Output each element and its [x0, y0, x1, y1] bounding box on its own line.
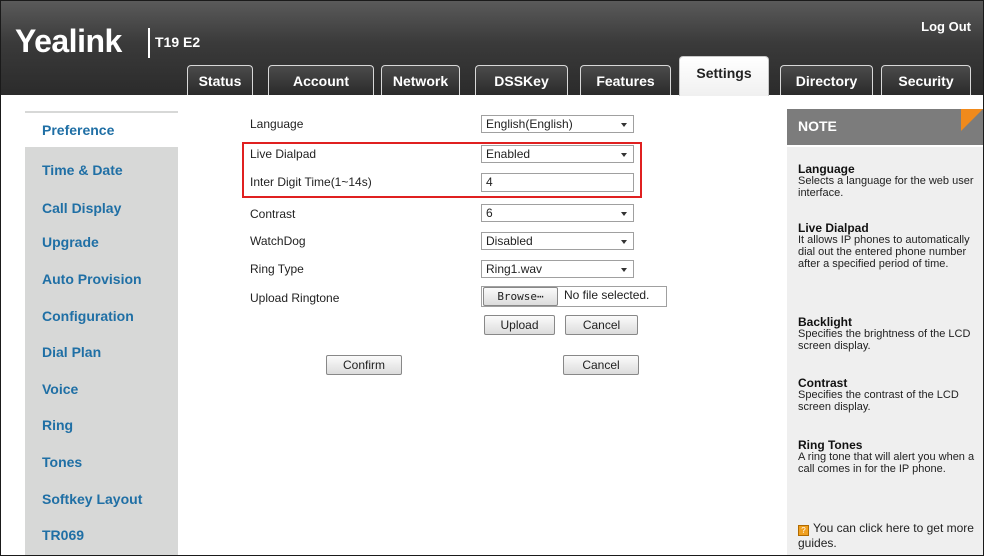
confirm-button[interactable]: Confirm: [326, 355, 402, 375]
upload-ringtone-label: Upload Ringtone: [250, 291, 340, 305]
ring-type-value: Ring1.wav: [486, 262, 543, 276]
contrast-select[interactable]: 6: [481, 204, 634, 222]
note-divider: [787, 145, 983, 147]
upload-cancel-button[interactable]: Cancel: [565, 315, 638, 335]
note-section-title: Backlight: [798, 315, 853, 329]
upload-button[interactable]: Upload: [484, 315, 555, 335]
browse-button[interactable]: Browse⋯: [483, 287, 558, 306]
chevron-down-icon: [621, 268, 627, 272]
note-section-ring-tones: Ring Tones A ring tone that will alert y…: [798, 439, 978, 475]
live-dialpad-select[interactable]: Enabled: [481, 145, 634, 163]
logo-separator: [148, 28, 150, 58]
note-section-title: Contrast: [798, 376, 848, 390]
watchdog-label: WatchDog: [250, 234, 306, 248]
live-dialpad-label: Live Dialpad: [250, 147, 317, 161]
chevron-down-icon: [621, 240, 627, 244]
language-value: English(English): [486, 117, 573, 131]
note-section-title: Language: [798, 162, 855, 176]
sidebar-item-tr069[interactable]: TR069: [25, 518, 178, 552]
note-section-text: Specifies the contrast of the LCD screen…: [798, 389, 959, 413]
note-section-text: Specifies the brightness of the LCD scre…: [798, 328, 971, 352]
tab-settings[interactable]: Settings: [679, 56, 769, 96]
tab-network[interactable]: Network: [381, 65, 460, 95]
note-section-text: Selects a language for the web user inte…: [798, 175, 974, 199]
contrast-label: Contrast: [250, 207, 296, 221]
note-section-title: Live Dialpad: [798, 221, 869, 235]
chevron-down-icon: [621, 123, 627, 127]
chevron-down-icon: [621, 153, 627, 157]
tab-status[interactable]: Status: [187, 65, 253, 95]
contrast-value: 6: [486, 206, 493, 220]
cancel-button[interactable]: Cancel: [563, 355, 639, 375]
logout-link[interactable]: Log Out: [921, 19, 971, 34]
guide-book-icon: ?: [798, 525, 809, 536]
tab-dsskey[interactable]: DSSKey: [475, 65, 568, 95]
tab-security[interactable]: Security: [881, 65, 971, 95]
note-section-text: It allows IP phones to automatically dia…: [798, 234, 970, 270]
watchdog-value: Disabled: [486, 234, 533, 248]
sidebar-item-tones[interactable]: Tones: [25, 445, 178, 479]
tab-features[interactable]: Features: [580, 65, 671, 95]
note-corner-icon: [961, 109, 983, 131]
sidebar-item-dial-plan[interactable]: Dial Plan: [25, 335, 178, 369]
sidebar-item-ring[interactable]: Ring: [25, 408, 178, 442]
sidebar: Preference Time & Date Call Display Upgr…: [25, 111, 178, 555]
browser-page: Yealink T19 E2 Log Out Status Account Ne…: [0, 0, 984, 556]
tab-directory[interactable]: Directory: [780, 65, 873, 95]
sidebar-item-auto-provision[interactable]: Auto Provision: [25, 262, 178, 296]
sidebar-item-configuration[interactable]: Configuration: [25, 299, 178, 333]
guide-text: You can click here to get more guides.: [798, 521, 974, 550]
note-section-text: A ring tone that will alert you when a c…: [798, 451, 975, 475]
sidebar-item-voice[interactable]: Voice: [25, 372, 178, 406]
language-label: Language: [250, 117, 304, 131]
note-title: NOTE: [798, 118, 837, 134]
yealink-logo: Yealink: [15, 23, 122, 59]
note-section-title: Ring Tones: [798, 438, 863, 452]
sidebar-item-upgrade[interactable]: Upgrade: [25, 225, 178, 259]
live-dialpad-value: Enabled: [486, 147, 531, 161]
sidebar-item-preference[interactable]: Preference: [25, 113, 178, 147]
note-section-backlight: Backlight Specifies the brightness of th…: [798, 316, 978, 352]
file-status-text: No file selected.: [564, 288, 650, 302]
tab-account[interactable]: Account: [268, 65, 374, 95]
sidebar-item-call-display[interactable]: Call Display: [25, 191, 178, 225]
sidebar-item-softkey-layout[interactable]: Softkey Layout: [25, 482, 178, 516]
watchdog-select[interactable]: Disabled: [481, 232, 634, 250]
note-section-language: Language Selects a language for the web …: [798, 163, 978, 199]
note-section-live-dialpad: Live Dialpad It allows IP phones to auto…: [798, 222, 978, 270]
note-section-contrast: Contrast Specifies the contrast of the L…: [798, 377, 978, 413]
inter-digit-time-input[interactable]: 4: [481, 173, 634, 192]
ring-type-label: Ring Type: [250, 262, 304, 276]
header-bar: Yealink T19 E2 Log Out Status Account Ne…: [1, 1, 983, 96]
chevron-down-icon: [621, 212, 627, 216]
language-select[interactable]: English(English): [481, 115, 634, 133]
model-label: T19 E2: [155, 34, 201, 50]
guide-link[interactable]: ? You can click here to get more guides.: [798, 521, 978, 550]
inter-digit-time-label: Inter Digit Time(1~14s): [250, 175, 372, 189]
sidebar-item-time-date[interactable]: Time & Date: [25, 153, 178, 187]
ring-type-select[interactable]: Ring1.wav: [481, 260, 634, 278]
